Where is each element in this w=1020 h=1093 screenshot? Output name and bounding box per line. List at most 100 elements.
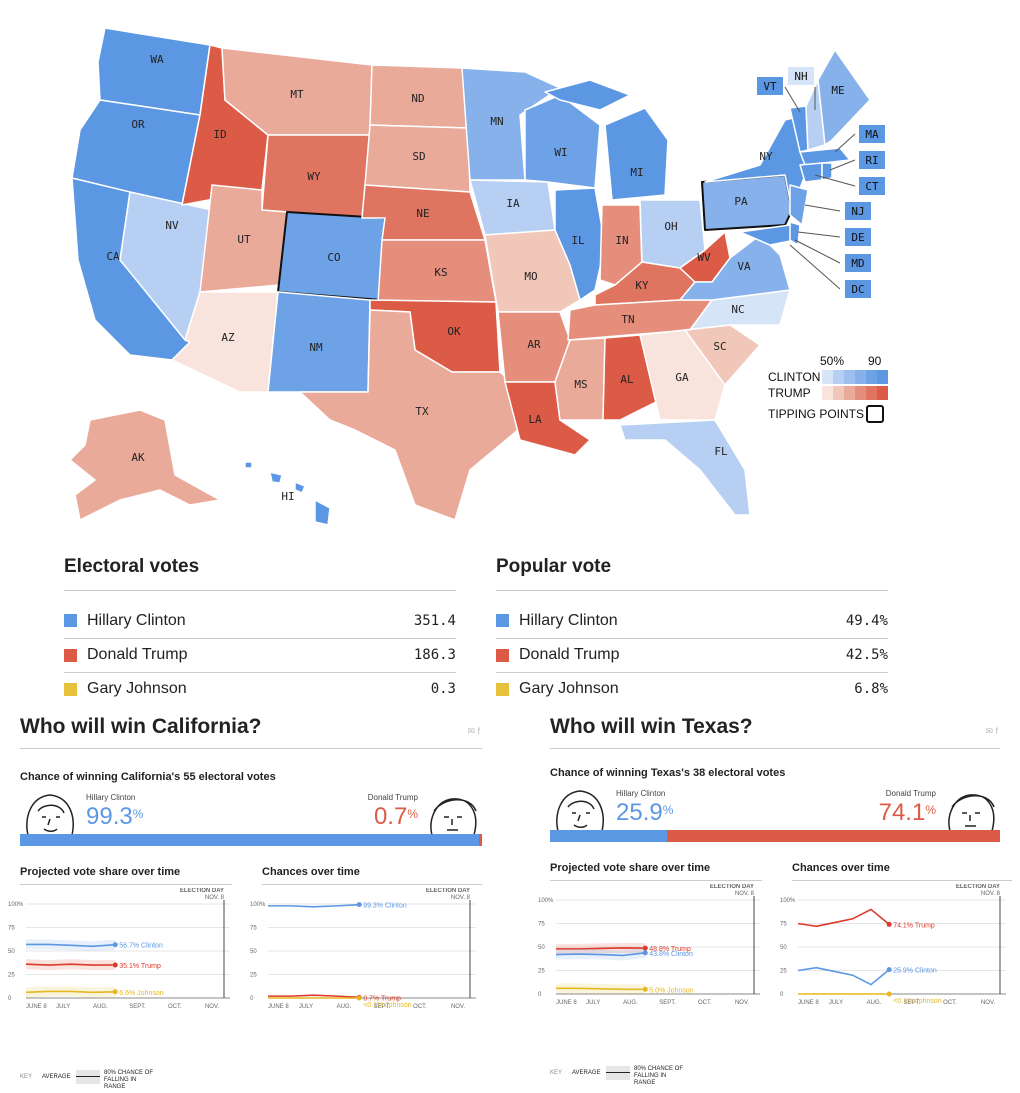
line-chart: 100% 75 50 25 0 JUNE 8 JULY AUG. SEPT. OCT. NOV. EL… [8, 888, 230, 1010]
share-icons[interactable]: ✉ f [985, 726, 998, 737]
clinton-pct: 25.9% [616, 799, 673, 827]
popular-title: Popular vote [496, 556, 612, 577]
key-range: 80% CHANCE OF FALLING IN RANGE [634, 1066, 684, 1086]
legend-swatch [844, 386, 855, 400]
y-tick-label: 50 [250, 949, 257, 955]
clinton-bar-segment [20, 834, 479, 846]
trump-pct: 0.7% [374, 803, 418, 831]
legend-clinton-label: CLINTON [768, 370, 821, 384]
series-label: 5.0% Johnson [649, 987, 693, 994]
state-box-ct[interactable]: CT [858, 176, 886, 196]
key-label: KEY [550, 1070, 563, 1076]
clinton-name: Hillary Clinton [86, 793, 136, 802]
series-label: <0.1% Johnson [363, 1002, 412, 1009]
state-wi[interactable] [524, 94, 601, 189]
series-endpoint [642, 950, 648, 956]
summary-row: Gary Johnson 0.3 [64, 672, 456, 705]
x-tick-label: AUG. [337, 1004, 352, 1010]
state-box-nh[interactable]: NH [787, 66, 815, 86]
series-endpoint [112, 989, 118, 995]
candidate-value: 351.4 [413, 612, 456, 629]
pct-sign: % [132, 807, 144, 821]
state-box-nj[interactable]: NJ [844, 201, 872, 221]
state-label-mi: MI [630, 166, 643, 179]
clinton-pct: 99.3% [86, 803, 143, 831]
y-tick-label: 25 [780, 969, 787, 975]
state-ak[interactable] [69, 409, 221, 521]
y-tick-label: 50 [8, 949, 15, 955]
series-line-johnson [25, 990, 116, 994]
key-line [606, 1072, 630, 1073]
summary-row: Hillary Clinton 351.4 [64, 604, 456, 637]
state-label-ok: OK [447, 325, 461, 338]
election-day-label: ELECTION DAY [956, 884, 1000, 890]
state-label-nc: NC [731, 303, 744, 316]
state-fl[interactable] [619, 419, 751, 516]
state-label-pa: PA [734, 195, 748, 208]
win-probability-bar [20, 834, 482, 846]
legend-swatch [822, 370, 833, 384]
series-line-trump [268, 994, 360, 999]
state-label-tn: TN [621, 313, 634, 326]
state-box-md[interactable]: MD [844, 253, 872, 273]
y-tick-label: 75 [8, 926, 15, 932]
state-label-wi: WI [554, 146, 567, 159]
state-mi[interactable] [604, 107, 669, 201]
y-tick-label: 75 [780, 922, 787, 928]
x-tick-label: AUG. [93, 1004, 108, 1010]
state-label-mo: MO [524, 270, 537, 283]
title-divider [550, 748, 1000, 749]
state-label-id: ID [213, 128, 226, 141]
x-tick-label: OCT. [698, 1000, 712, 1006]
candidate-value: 0.3 [430, 681, 456, 697]
legend-scale-high: 90 [868, 354, 882, 368]
legend-swatch [866, 386, 877, 400]
candidate-name: Gary Johnson [87, 680, 187, 697]
state-label-wa: WA [150, 53, 164, 66]
x-tick-label: SEPT. [129, 1004, 146, 1010]
candidate-value: 6.8% [854, 681, 888, 697]
candidate-name: Hillary Clinton [87, 611, 186, 629]
state-box-de[interactable]: DE [844, 227, 872, 247]
series-endpoint [886, 921, 892, 927]
state-label-ut: UT [237, 233, 251, 246]
panel-title: Who will win Texas? [550, 715, 753, 738]
state-box-ma[interactable]: MA [858, 124, 886, 144]
state-label-az: AZ [221, 331, 235, 344]
state-box-vt[interactable]: VT [756, 76, 784, 96]
state-box-me[interactable]: ME [824, 80, 852, 100]
y-tick-label: 25 [538, 969, 545, 975]
election-day-date: NOV. 8 [981, 891, 1001, 897]
state-label-mt: MT [290, 88, 304, 101]
state-label-oh: OH [664, 220, 677, 233]
key-average: AVERAGE [42, 1074, 71, 1080]
state-label-ga: GA [675, 371, 689, 384]
clinton-pct-value: 25.9 [616, 799, 663, 826]
trump-pct-value: 0.7 [373, 803, 408, 830]
key-average: AVERAGE [572, 1070, 601, 1076]
series-label: 35.1% Trump [119, 963, 161, 970]
y-tick-label: 50 [538, 945, 545, 951]
state-label-hi: HI [281, 490, 294, 503]
state-box-dc[interactable]: DC [844, 279, 872, 299]
legend-swatch [866, 370, 877, 384]
share-icons[interactable]: ✉ f [467, 726, 480, 737]
series-label: 6.6% Johnson [119, 990, 163, 997]
chances-divider [792, 880, 1012, 881]
electoral-divider [64, 590, 456, 591]
state-box-ri[interactable]: RI [858, 150, 886, 170]
title-divider [20, 748, 482, 749]
y-tick-label: 0 [250, 996, 254, 1002]
series-line-clinton [268, 903, 360, 908]
state-label-ia: IA [506, 197, 520, 210]
state-label-ny: NY [759, 150, 773, 163]
trump-pct-value: 74.1 [878, 799, 926, 826]
y-tick-label: 50 [780, 945, 787, 951]
series-endpoint [642, 986, 648, 992]
x-tick-label: NOV. [205, 1004, 219, 1010]
share-title: Projected vote share over time [550, 862, 711, 874]
state-label-co: CO [327, 251, 340, 264]
line-chart: 100% 75 50 25 0 JUNE 8 JULY AUG. SEPT. OCT. NOV. EL… [538, 884, 760, 1006]
series-endpoint [356, 902, 362, 908]
candidate-swatch [64, 648, 77, 662]
